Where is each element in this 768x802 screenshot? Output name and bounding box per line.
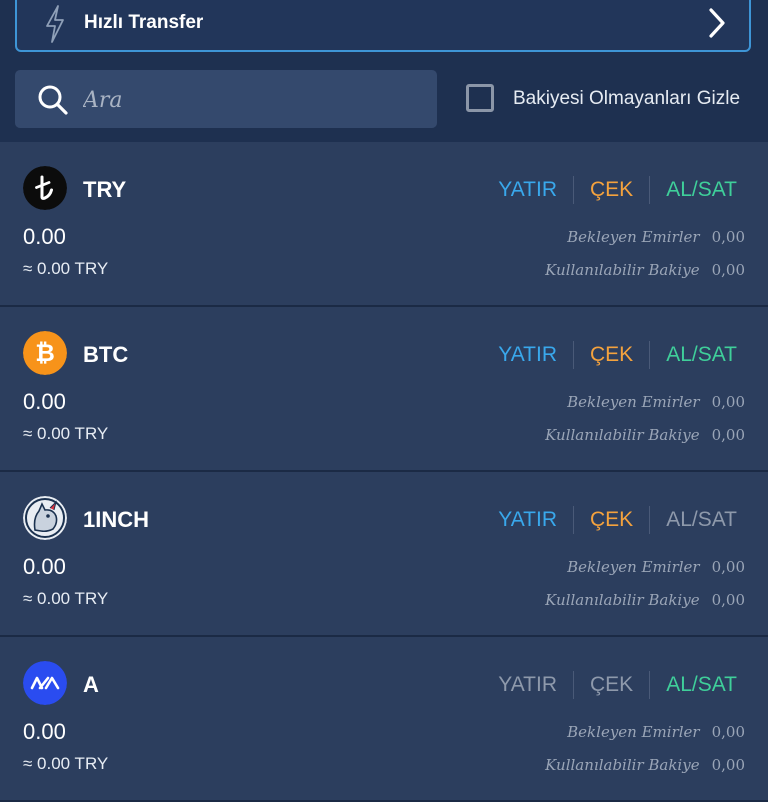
pending-orders-label: Bekleyen Emirler: [567, 558, 700, 576]
deposit-button[interactable]: YATIR: [498, 673, 557, 697]
available-balance: Kullanılabilir Bakiye 0,00: [545, 591, 745, 609]
pending-orders-value: 0,00: [711, 558, 745, 576]
available-balance-label: Kullanılabilir Bakiye: [545, 426, 700, 444]
trade-button[interactable]: AL/SAT: [666, 343, 737, 367]
trade-button[interactable]: AL/SAT: [666, 508, 737, 532]
divider: [649, 671, 651, 699]
asset-try-equivalent: ≈ 0.00 TRY: [23, 259, 109, 278]
lightning-icon: [46, 5, 64, 43]
top-controls: Hızlı Transfer Bakiyesi Olmayanları Gizl…: [0, 0, 768, 142]
available-balance: Kullanılabilir Bakiye 0,00: [545, 261, 745, 279]
available-balance-label: Kullanılabilir Bakiye: [545, 756, 700, 774]
divider: [649, 341, 651, 369]
available-balance: Kullanılabilir Bakiye 0,00: [545, 756, 745, 774]
deposit-button[interactable]: YATIR: [498, 343, 557, 367]
available-balance-value: 0,00: [711, 426, 745, 444]
divider: [573, 671, 574, 699]
chevron-right-icon: [709, 8, 725, 38]
asset-balance: 0.00: [23, 389, 66, 414]
pending-orders-label: Bekleyen Emirler: [567, 723, 700, 741]
hide-zero-label: Bakiyesi Olmayanları Gizle: [513, 88, 741, 109]
pending-orders-label: Bekleyen Emirler: [567, 228, 700, 246]
withdraw-button[interactable]: ÇEK: [590, 343, 633, 367]
available-balance-value: 0,00: [711, 756, 745, 774]
available-balance-label: Kullanılabilir Bakiye: [545, 591, 700, 609]
pending-orders: Bekleyen Emirler 0,00: [567, 558, 745, 576]
asset-row-btc: ₿ BTC YATIR ÇEK AL/SAT 0.00 ≈ 0.00 TRY B…: [0, 307, 768, 472]
asset-symbol: 1INCH: [83, 507, 150, 532]
pending-orders: Bekleyen Emirler 0,00: [567, 723, 745, 741]
deposit-button[interactable]: YATIR: [498, 178, 557, 202]
asset-list: TRY YATIR ÇEK AL/SAT 0.00 ≈ 0.00 TRY Bek…: [0, 142, 768, 802]
asset-try-equivalent: ≈ 0.00 TRY: [23, 589, 109, 608]
pending-orders: Bekleyen Emirler 0,00: [567, 393, 745, 411]
asset-symbol: TRY: [83, 177, 127, 202]
withdraw-button[interactable]: ÇEK: [590, 178, 633, 202]
divider: [649, 176, 651, 204]
asset-try-equivalent: ≈ 0.00 TRY: [23, 754, 109, 773]
available-balance-value: 0,00: [711, 591, 745, 609]
vaulta-icon: [23, 661, 67, 705]
pending-orders-value: 0,00: [711, 723, 745, 741]
turkish-lira-icon: [23, 166, 67, 210]
trade-button[interactable]: AL/SAT: [666, 178, 737, 202]
asset-actions: YATIR ÇEK AL/SAT: [498, 341, 737, 369]
asset-row-a: A YATIR ÇEK AL/SAT 0.00 ≈ 0.00 TRY Bekle…: [0, 637, 768, 802]
pending-orders-value: 0,00: [711, 228, 745, 246]
search-box: [15, 70, 437, 128]
quick-transfer-button[interactable]: Hızlı Transfer: [15, 0, 751, 52]
hide-zero-checkbox[interactable]: [466, 84, 494, 112]
search-icon: [38, 85, 68, 115]
svg-text:₿: ₿: [35, 339, 55, 367]
asset-actions: YATIR ÇEK AL/SAT: [498, 176, 737, 204]
withdraw-button[interactable]: ÇEK: [590, 508, 633, 532]
search-input[interactable]: [81, 80, 425, 120]
asset-row-try: TRY YATIR ÇEK AL/SAT 0.00 ≈ 0.00 TRY Bek…: [0, 142, 768, 307]
divider: [573, 341, 574, 369]
1inch-unicorn-icon: [23, 496, 67, 540]
withdraw-button[interactable]: ÇEK: [590, 673, 633, 697]
pending-orders-value: 0,00: [711, 393, 745, 411]
divider: [573, 506, 574, 534]
bitcoin-icon: ₿: [23, 331, 67, 375]
available-balance: Kullanılabilir Bakiye 0,00: [545, 426, 745, 444]
asset-actions: YATIR ÇEK AL/SAT: [498, 671, 737, 699]
available-balance-label: Kullanılabilir Bakiye: [545, 261, 700, 279]
available-balance-value: 0,00: [711, 261, 745, 279]
asset-balance: 0.00: [23, 554, 66, 579]
asset-balance: 0.00: [23, 719, 66, 744]
asset-balance: 0.00: [23, 224, 66, 249]
pending-orders-label: Bekleyen Emirler: [567, 393, 700, 411]
asset-row-1inch: 1INCH YATIR ÇEK AL/SAT 0.00 ≈ 0.00 TRY B…: [0, 472, 768, 637]
quick-transfer-label: Hızlı Transfer: [84, 12, 204, 33]
asset-try-equivalent: ≈ 0.00 TRY: [23, 424, 109, 443]
divider: [573, 176, 574, 204]
asset-symbol: BTC: [83, 342, 129, 367]
deposit-button[interactable]: YATIR: [498, 508, 557, 532]
divider: [649, 506, 651, 534]
pending-orders: Bekleyen Emirler 0,00: [567, 228, 745, 246]
trade-button[interactable]: AL/SAT: [666, 673, 737, 697]
asset-actions: YATIR ÇEK AL/SAT: [498, 506, 737, 534]
asset-symbol: A: [83, 672, 99, 697]
